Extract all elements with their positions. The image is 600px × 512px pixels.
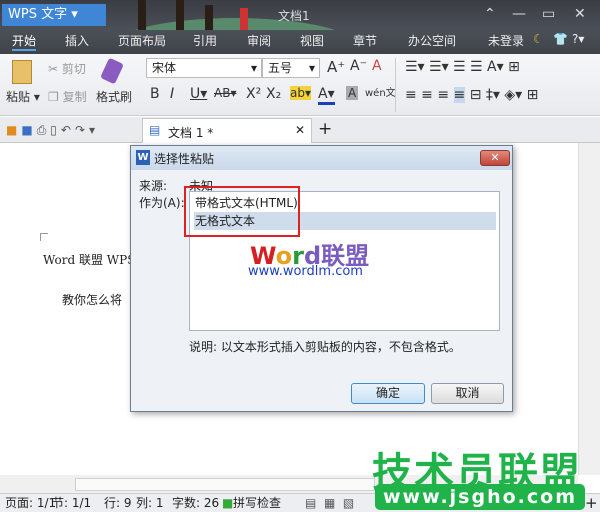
zoom-in-icon[interactable]: + <box>585 494 598 512</box>
tab-review[interactable]: 审阅 <box>247 32 271 49</box>
format-painter-icon <box>100 57 124 85</box>
row-status: 行: 9 <box>104 496 132 510</box>
paste-icon[interactable] <box>12 60 32 84</box>
wps-icon: W <box>136 150 150 165</box>
maximize-icon[interactable]: ▭ <box>542 6 555 22</box>
font-name-value: 宋体 <box>152 61 177 75</box>
spell-check-icon: ■ <box>222 496 234 510</box>
cut-button[interactable]: ✂ 剪切 <box>48 60 86 77</box>
cancel-button[interactable]: 取消 <box>431 383 504 404</box>
col-status: 列: 1 <box>136 496 164 510</box>
spell-check-button[interactable]: 拼写检查 <box>233 494 281 512</box>
tab-page-layout[interactable]: 页面布局 <box>118 32 166 49</box>
quick-access-icons[interactable]: ■■⎙▯↶↷▾ <box>6 123 99 138</box>
dialog-close-button[interactable]: ✕ <box>480 150 510 166</box>
preview-url: www.wordlm.com <box>248 264 363 279</box>
tab-references[interactable]: 引用 <box>193 32 217 49</box>
font-size-value: 五号 <box>268 61 293 75</box>
minimize-icon[interactable]: — <box>512 6 526 22</box>
tab-view[interactable]: 视图 <box>300 32 324 49</box>
copy-label: 复制 <box>62 90 87 104</box>
word-count: 字数: 26 <box>172 496 220 510</box>
new-tab-icon[interactable]: + <box>318 119 332 139</box>
close-icon[interactable]: ✕ <box>574 6 586 22</box>
source-label: 来源: <box>139 179 168 193</box>
shirt-icon[interactable]: 👕 <box>553 32 568 46</box>
document-tab-label: 文档 1 * <box>168 126 214 140</box>
login-link[interactable]: 未登录 <box>488 32 524 49</box>
view-mode-icons[interactable]: ▤ ▦ ▧ <box>305 494 354 512</box>
title-bar: WPS 文字 ▾ 文档1 ⌃ — ▭ ✕ <box>0 0 600 78</box>
strikethrough-icon[interactable]: AB▾ <box>214 86 236 100</box>
document-line: 教你怎么将 <box>62 293 123 307</box>
char-shading-icon[interactable]: A <box>346 86 359 100</box>
superscript-icon[interactable]: X² <box>246 86 261 102</box>
font-color-icon[interactable]: A▾ <box>318 86 335 105</box>
cut-label: 剪切 <box>61 62 86 76</box>
document-line: Word 联盟 WPS <box>43 253 136 267</box>
description-text: 说明: 以文本形式插入剪贴板的内容，不包含格式。 <box>189 340 461 354</box>
phonetic-icon[interactable]: wén文 <box>365 84 396 99</box>
tab-insert[interactable]: 插入 <box>65 32 89 49</box>
paste-label: 粘贴 <box>6 90 31 104</box>
app-menu-button[interactable]: WPS 文字 ▾ <box>2 4 106 26</box>
underline-icon[interactable]: U▾ <box>190 86 207 102</box>
dialog-title: 选择性粘贴 <box>154 152 215 166</box>
section-status: 节: 1/1 <box>52 496 92 510</box>
paste-as-label: 作为(A): <box>139 196 185 210</box>
page-status: 页面: 1/1 <box>5 496 57 510</box>
window-title: 文档1 <box>278 9 310 23</box>
shrink-font-icon[interactable]: A⁻ <box>350 58 367 74</box>
copy-button[interactable]: ❐ 复制 <box>48 88 87 105</box>
bold-icon[interactable]: B <box>150 86 160 102</box>
bullets-icon[interactable]: ☰▾ ☰▾ ☰ ☰ A▾ ⊞ <box>405 59 520 75</box>
horizontal-scroll-thumb[interactable] <box>75 478 375 491</box>
font-size-select[interactable]: 五号 ▾ <box>262 58 320 78</box>
document-tab[interactable]: ▤ 文档 1 * ✕ <box>142 118 312 143</box>
tab-office-space[interactable]: 办公空间 <box>408 32 456 49</box>
divider <box>395 58 396 112</box>
close-tab-icon[interactable]: ✕ <box>295 123 305 137</box>
clear-format-icon[interactable]: A <box>372 58 382 74</box>
highlight-box <box>184 186 300 237</box>
paste-special-dialog: W 选择性粘贴 ✕ 来源: 未知 作为(A): 带格式文本(HTML) 无格式文… <box>130 145 513 412</box>
vertical-scrollbar[interactable] <box>578 143 600 475</box>
dialog-title-bar: W 选择性粘贴 ✕ <box>131 146 512 170</box>
ok-button[interactable]: 确定 <box>351 383 425 404</box>
paste-button[interactable]: 粘贴 ▾ <box>6 88 40 105</box>
help-icon[interactable]: ?▾ <box>572 32 584 46</box>
grow-font-icon[interactable]: A⁺ <box>327 58 345 76</box>
highlight-icon[interactable]: ab▾ <box>290 86 311 100</box>
skin-icon[interactable]: ☾ <box>533 32 544 46</box>
tab-home[interactable]: 开始 <box>12 32 37 51</box>
alignment-icons[interactable]: ≡ ≡ ≡ ≡ ⊟ ‡▾ ◈▾ ⊞ <box>405 87 538 103</box>
font-name-select[interactable]: 宋体 ▾ <box>146 58 262 78</box>
document-icon: ▤ <box>149 123 161 137</box>
format-painter-button[interactable]: 格式刷 <box>96 88 132 105</box>
tab-chapter[interactable]: 章节 <box>353 32 377 49</box>
collapse-ribbon-icon[interactable]: ⌃ <box>484 6 496 22</box>
ribbon: 粘贴 ▾ ✂ 剪切 ❐ 复制 格式刷 宋体 ▾ 五号 ▾ A⁺ A⁻ A B I U… <box>0 54 600 116</box>
italic-icon[interactable]: I <box>170 86 174 102</box>
margin-mark <box>40 233 48 241</box>
subscript-icon[interactable]: X₂ <box>266 86 281 102</box>
app-menu-label: WPS 文字 <box>8 7 68 22</box>
watermark-url: www.jsgho.com <box>375 484 585 510</box>
